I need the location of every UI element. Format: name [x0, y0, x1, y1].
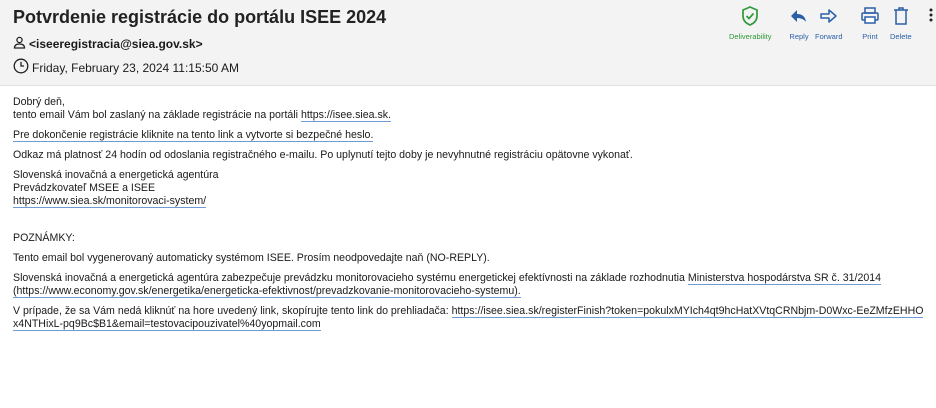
more-icon [928, 5, 934, 29]
intro-text: tento email Vám bol zaslaný na základe r… [13, 109, 301, 121]
monitoring-system-link[interactable]: https://www.siea.sk/monitorovaci-system/ [13, 195, 207, 208]
print-icon [860, 5, 880, 29]
note-legal: Slovenská inovačná a energetická agentúr… [13, 272, 928, 298]
delete-button[interactable]: Delete [890, 5, 912, 41]
deliverability-button[interactable]: Deliverability [729, 5, 772, 41]
deliverability-label: Deliverability [729, 32, 772, 41]
note-copy-link: V prípade, že sa Vám nedá kliknúť na hor… [13, 305, 928, 331]
signature-org: Slovenská inovačná a energetická agentúr… [13, 169, 219, 181]
print-label: Print [862, 32, 878, 41]
registration-finish-link[interactable]: Pre dokončenie registrácie kliknite na t… [13, 129, 374, 142]
intro-line: tento email Vám bol zaslaný na základe r… [13, 109, 928, 122]
shield-check-icon [739, 5, 761, 29]
clock-icon [13, 58, 32, 77]
signature-role: Prevádzkovateľ MSEE a ISEE [13, 182, 156, 194]
reply-label: Reply [789, 32, 809, 41]
forward-label: Forward [815, 32, 843, 41]
email-header: Potvrdenie registrácie do portálu ISEE 2… [0, 0, 936, 86]
delete-label: Delete [890, 32, 912, 41]
portal-link[interactable]: https://isee.siea.sk. [300, 109, 392, 122]
forward-button[interactable]: Forward [815, 5, 843, 41]
print-button[interactable]: Print [860, 5, 880, 41]
email-body: Dobrý deň, tento email Vám bol zaslaný n… [13, 96, 928, 331]
validity-note: Odkaz má platnosť 24 hodín od odoslania … [13, 149, 633, 161]
email-date: Friday, February 23, 2024 11:15:50 AM [32, 60, 240, 75]
date-row: Friday, February 23, 2024 11:15:50 AM [13, 58, 239, 77]
greeting: Dobrý deň, [13, 96, 65, 108]
note-copy-text: V prípade, že sa Vám nedá kliknúť na hor… [13, 305, 452, 317]
reply-icon [789, 5, 809, 29]
forward-icon [818, 5, 840, 29]
note-legal-text: Slovenská inovačná a energetická agentúr… [13, 272, 688, 284]
notes-heading: POZNÁMKY: [13, 232, 75, 244]
note-noreply: Tento email bol vygenerovaný automaticky… [13, 252, 490, 264]
signature-link-line: https://www.siea.sk/monitorovaci-system/ [13, 195, 928, 208]
trash-icon [891, 5, 911, 29]
register-line: Pre dokončenie registrácie kliknite na t… [13, 129, 928, 142]
more-button[interactable] [928, 5, 934, 29]
toolbar: Deliverability Reply Forward Print Delet… [0, 5, 936, 45]
reply-button[interactable]: Reply [789, 5, 809, 41]
